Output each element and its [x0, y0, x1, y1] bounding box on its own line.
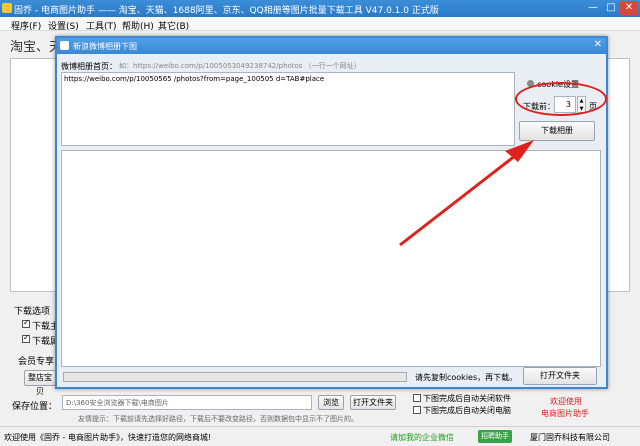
annotation-arrow: [399, 140, 534, 247]
